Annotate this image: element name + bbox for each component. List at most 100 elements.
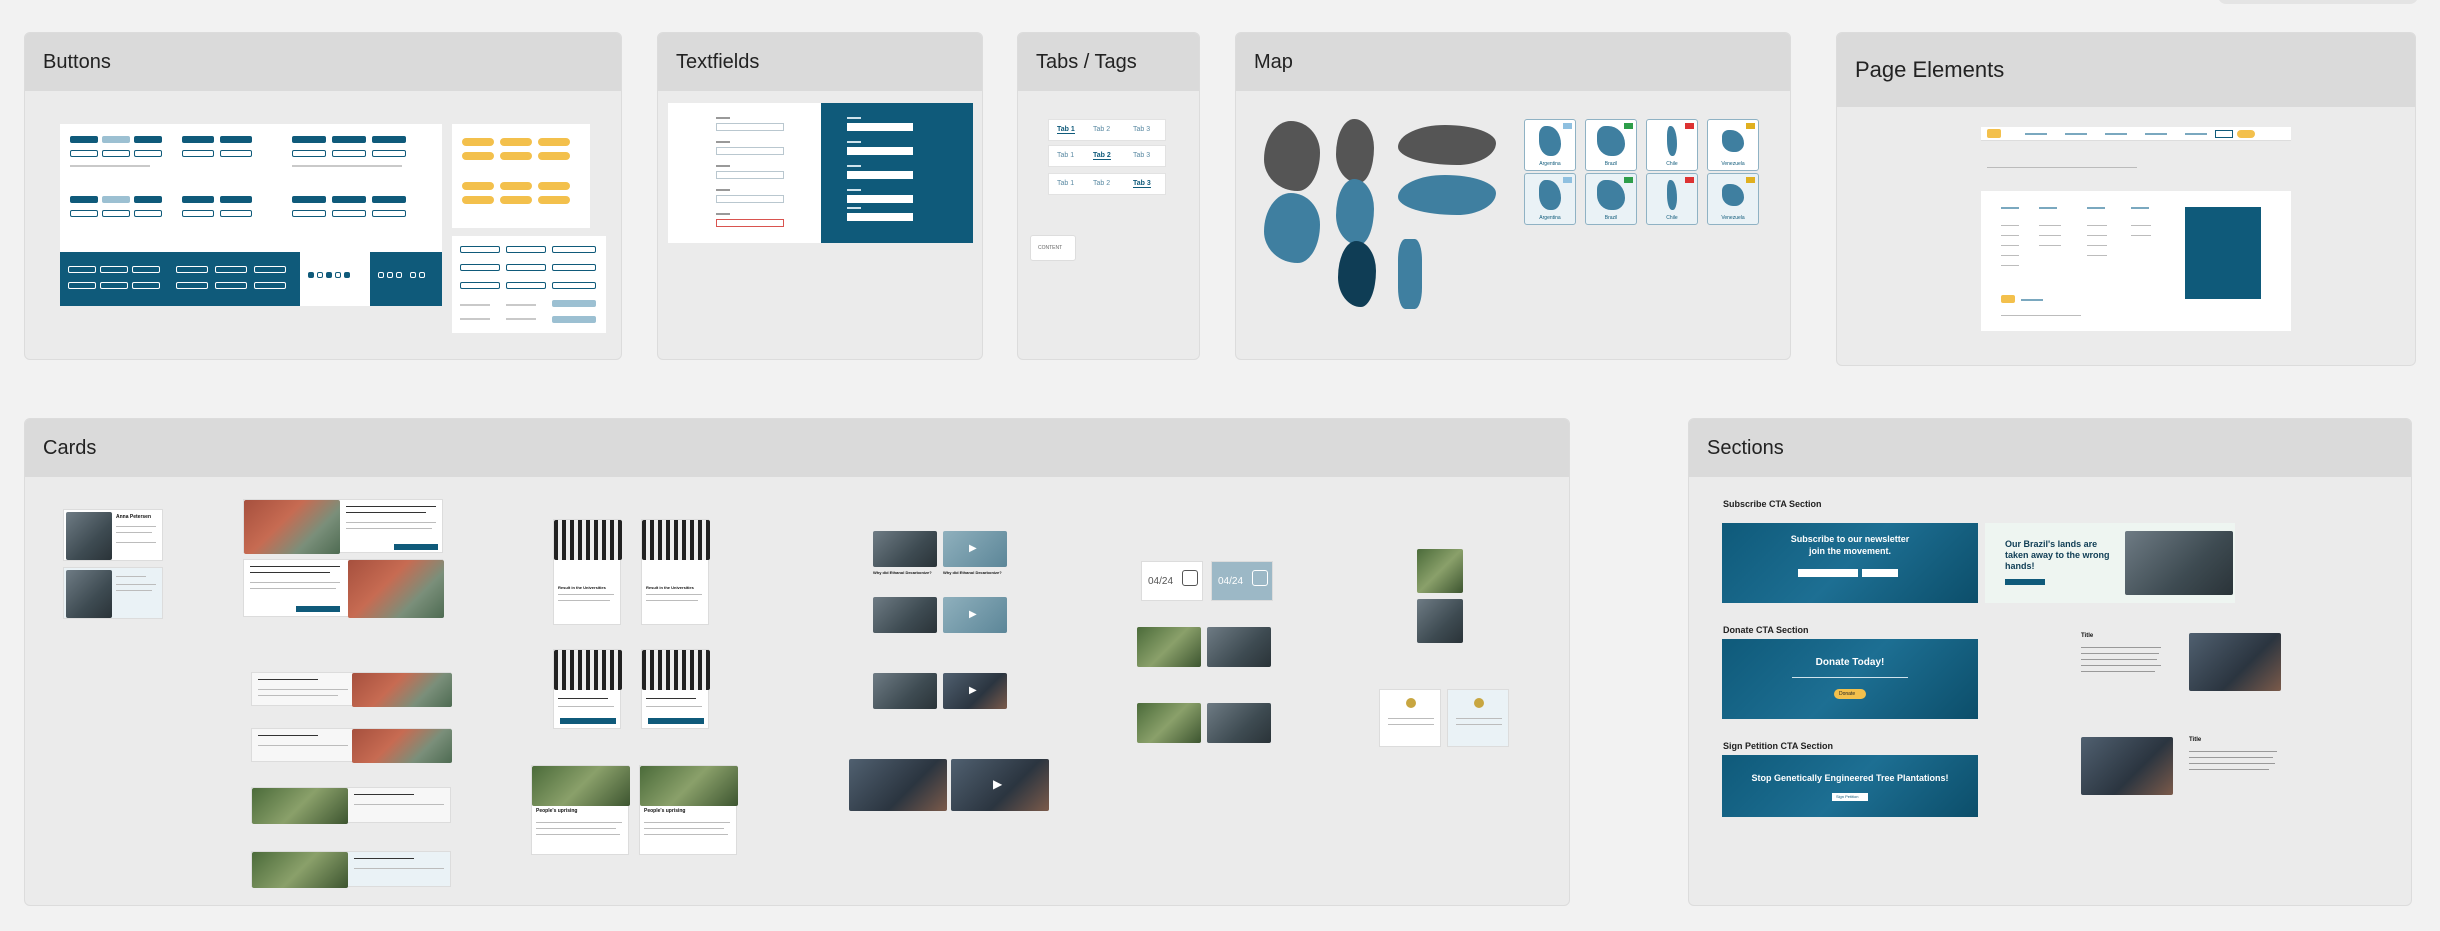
news-row-card[interactable] xyxy=(251,851,451,888)
bw-card[interactable]: Result in the Universities xyxy=(553,519,622,625)
country-card-argentina[interactable]: Argentina xyxy=(1524,173,1576,225)
textfields-panel: Textfields xyxy=(657,32,983,360)
video-card[interactable] xyxy=(873,673,937,709)
panel-title: Tabs / Tags xyxy=(1018,33,1199,91)
avatar xyxy=(66,570,112,618)
partner-card[interactable] xyxy=(1379,689,1441,747)
buttons-board-light xyxy=(60,124,442,258)
card-title: People's uprising xyxy=(536,808,578,814)
pagination-board-dark xyxy=(370,252,442,306)
country-card-venezuela[interactable]: Venezuela xyxy=(1707,173,1759,225)
article-card[interactable] xyxy=(243,499,443,554)
email-field[interactable] xyxy=(1798,569,1858,577)
buttons-board-accent xyxy=(452,124,590,228)
sections-panel: Sections Subscribe CTA Section Subscribe… xyxy=(1688,418,2412,906)
partner-logo-icon xyxy=(1406,698,1416,708)
content-tag[interactable]: CONTENT xyxy=(1030,235,1076,261)
banner-image xyxy=(2125,531,2233,595)
textfields-board-light xyxy=(668,103,821,243)
bw-card[interactable] xyxy=(553,649,622,729)
section-title: Title xyxy=(2081,633,2094,639)
counter-value: 04/24 xyxy=(1148,576,1174,587)
panel-title: Cards xyxy=(25,419,1569,477)
banner-heading: Our Brazil's lands are taken away to the… xyxy=(2005,539,2110,571)
tab-item[interactable]: Tab 1 xyxy=(1057,126,1075,134)
card-title: Result in the Universities xyxy=(646,585,694,590)
news-row-card[interactable] xyxy=(251,672,452,707)
counter-value: 04/24 xyxy=(1218,576,1244,587)
article-image xyxy=(244,500,340,554)
news-row-card[interactable] xyxy=(251,787,451,824)
tab-row-3: Tab 1 Tab 2 Tab 3 xyxy=(1048,173,1166,195)
map-panel: Map Argentina Brazil Chile Venezuela Arg… xyxy=(1235,32,1791,360)
textfields-board-dark xyxy=(821,103,973,243)
gallery-image[interactable] xyxy=(1137,703,1201,743)
tab-row-1: Tab 1 Tab 2 Tab 3 xyxy=(1048,119,1166,141)
video-card-wide[interactable]: ▶ xyxy=(951,759,1049,811)
central-america-shape xyxy=(1398,239,1422,309)
banner-heading: Subscribe to our newsletter join the mov… xyxy=(1790,534,1910,556)
cards-panel: Cards Anna Petersen Result in the Univer… xyxy=(24,418,1570,906)
person-card[interactable] xyxy=(63,567,163,619)
north-america-shape-dark xyxy=(1398,125,1496,165)
donate-banner: Donate Today! Donate xyxy=(1722,639,1978,719)
article-image xyxy=(348,560,444,618)
video-card[interactable] xyxy=(873,597,937,633)
banner-heading: Donate Today! xyxy=(1815,657,1885,668)
tab-item[interactable]: Tab 2 xyxy=(1093,152,1111,160)
thumbnail-image[interactable] xyxy=(1417,599,1463,643)
donate-button[interactable]: Donate xyxy=(1834,689,1866,699)
partner-card[interactable] xyxy=(1447,689,1509,747)
tab-item[interactable]: Tab 2 xyxy=(1093,180,1110,187)
section-image xyxy=(2189,633,2281,691)
section-label: Subscribe CTA Section xyxy=(1723,499,1822,509)
panel-title: Sections xyxy=(1689,419,2411,477)
country-card-brazil[interactable]: Brazil xyxy=(1585,119,1637,171)
subscribe-button[interactable] xyxy=(1862,569,1898,577)
counter-card: 04/24 xyxy=(1211,561,1273,601)
north-america-shape-blue xyxy=(1398,175,1496,215)
banner-heading: Stop Genetically Engineered Tree Plantat… xyxy=(1751,773,1949,783)
partner-logo-icon xyxy=(1474,698,1484,708)
bw-card[interactable] xyxy=(641,649,710,729)
news-row-card[interactable] xyxy=(251,728,452,763)
people-card[interactable]: People's uprising xyxy=(639,765,738,855)
tab-item[interactable]: Tab 2 xyxy=(1093,126,1110,133)
dropdown-buttons-board xyxy=(452,236,606,333)
bw-card[interactable]: Result in the Universities xyxy=(641,519,710,625)
tab-item[interactable]: Tab 3 xyxy=(1133,152,1150,159)
video-card[interactable]: ▶ xyxy=(943,597,1007,633)
video-card[interactable]: ▶ xyxy=(943,673,1007,709)
country-card-venezuela[interactable]: Venezuela xyxy=(1707,119,1759,171)
country-card-argentina[interactable]: Argentina xyxy=(1524,119,1576,171)
africa-shape-dark xyxy=(1264,121,1320,191)
article-card[interactable] xyxy=(243,559,444,618)
tab-item[interactable]: Tab 1 xyxy=(1057,180,1074,187)
buttons-board-dark xyxy=(60,252,300,306)
mail-icon xyxy=(1182,570,1198,586)
video-card-wide[interactable] xyxy=(849,759,947,811)
tab-item[interactable]: Tab 1 xyxy=(1057,152,1074,159)
country-card-chile[interactable]: Chile xyxy=(1646,119,1698,171)
country-card-chile[interactable]: Chile xyxy=(1646,173,1698,225)
tab-item[interactable]: Tab 3 xyxy=(1133,126,1150,133)
brazil-banner: Our Brazil's lands are taken away to the… xyxy=(1985,523,2235,603)
country-card-brazil[interactable]: Brazil xyxy=(1585,173,1637,225)
video-card[interactable] xyxy=(873,531,937,567)
sign-petition-button[interactable]: Sign Petition xyxy=(1832,793,1868,801)
gallery-image[interactable] xyxy=(1207,627,1271,667)
petition-banner: Stop Genetically Engineered Tree Plantat… xyxy=(1722,755,1978,817)
top-right-pill xyxy=(2218,0,2418,4)
video-card[interactable]: ▶ xyxy=(943,531,1007,567)
people-card[interactable]: People's uprising xyxy=(531,765,630,855)
africa-shape-blue xyxy=(1264,193,1320,263)
person-card[interactable]: Anna Petersen xyxy=(63,509,163,561)
section-title: Title xyxy=(2189,737,2202,743)
tab-row-2: Tab 1 Tab 2 Tab 3 xyxy=(1048,145,1166,167)
gallery-image[interactable] xyxy=(1207,703,1271,743)
thumbnail-image[interactable] xyxy=(1417,549,1463,593)
footer-preview xyxy=(1981,191,2291,331)
section-image xyxy=(2081,737,2173,795)
tab-item[interactable]: Tab 3 xyxy=(1133,180,1151,188)
gallery-image[interactable] xyxy=(1137,627,1201,667)
